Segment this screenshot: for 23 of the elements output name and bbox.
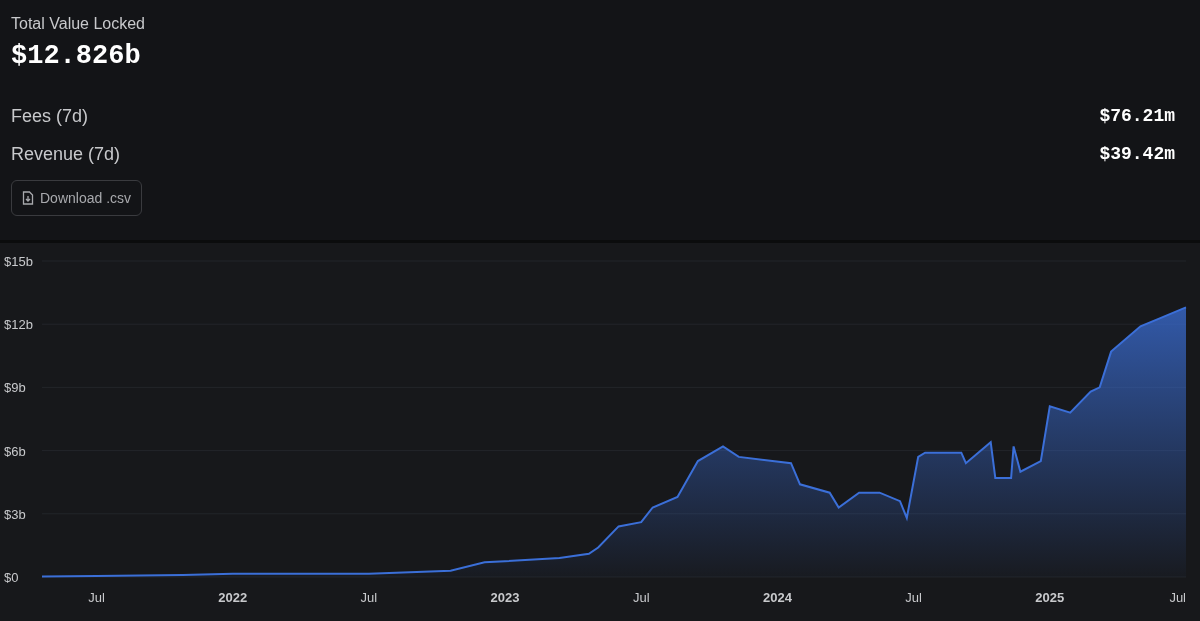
- y-axis-label: $12b: [4, 317, 33, 333]
- y-axis-label: $15b: [4, 254, 33, 269]
- y-axis-label: $6b: [4, 443, 26, 459]
- metric-label: Revenue (7d): [11, 142, 121, 166]
- x-axis-label: 2023: [490, 590, 520, 605]
- x-axis-label: Jul: [1169, 590, 1186, 605]
- x-axis-label: 2025: [1035, 590, 1065, 605]
- tvl-value: $12.826b: [11, 40, 142, 73]
- y-axis-label: $0: [4, 570, 19, 585]
- x-axis-label: Jul: [905, 590, 922, 605]
- y-axis-label: $9b: [4, 380, 26, 396]
- metric-value: $76.21m: [1099, 104, 1176, 128]
- x-axis-label: Jul: [88, 590, 105, 605]
- x-axis-label: Jul: [360, 590, 378, 605]
- metric-value: $39.42m: [1099, 142, 1176, 166]
- metric-label: Fees (7d): [11, 104, 89, 128]
- y-axis-label: $3b: [4, 506, 26, 522]
- tvl-label: Total Value Locked: [11, 14, 146, 34]
- x-axis-label: 2024: [762, 590, 792, 605]
- download-csv-button[interactable]: Download .csv: [11, 180, 143, 216]
- x-axis-label: Jul: [632, 590, 650, 605]
- file-download-icon: [22, 191, 34, 205]
- x-axis-label: 2022: [218, 590, 248, 605]
